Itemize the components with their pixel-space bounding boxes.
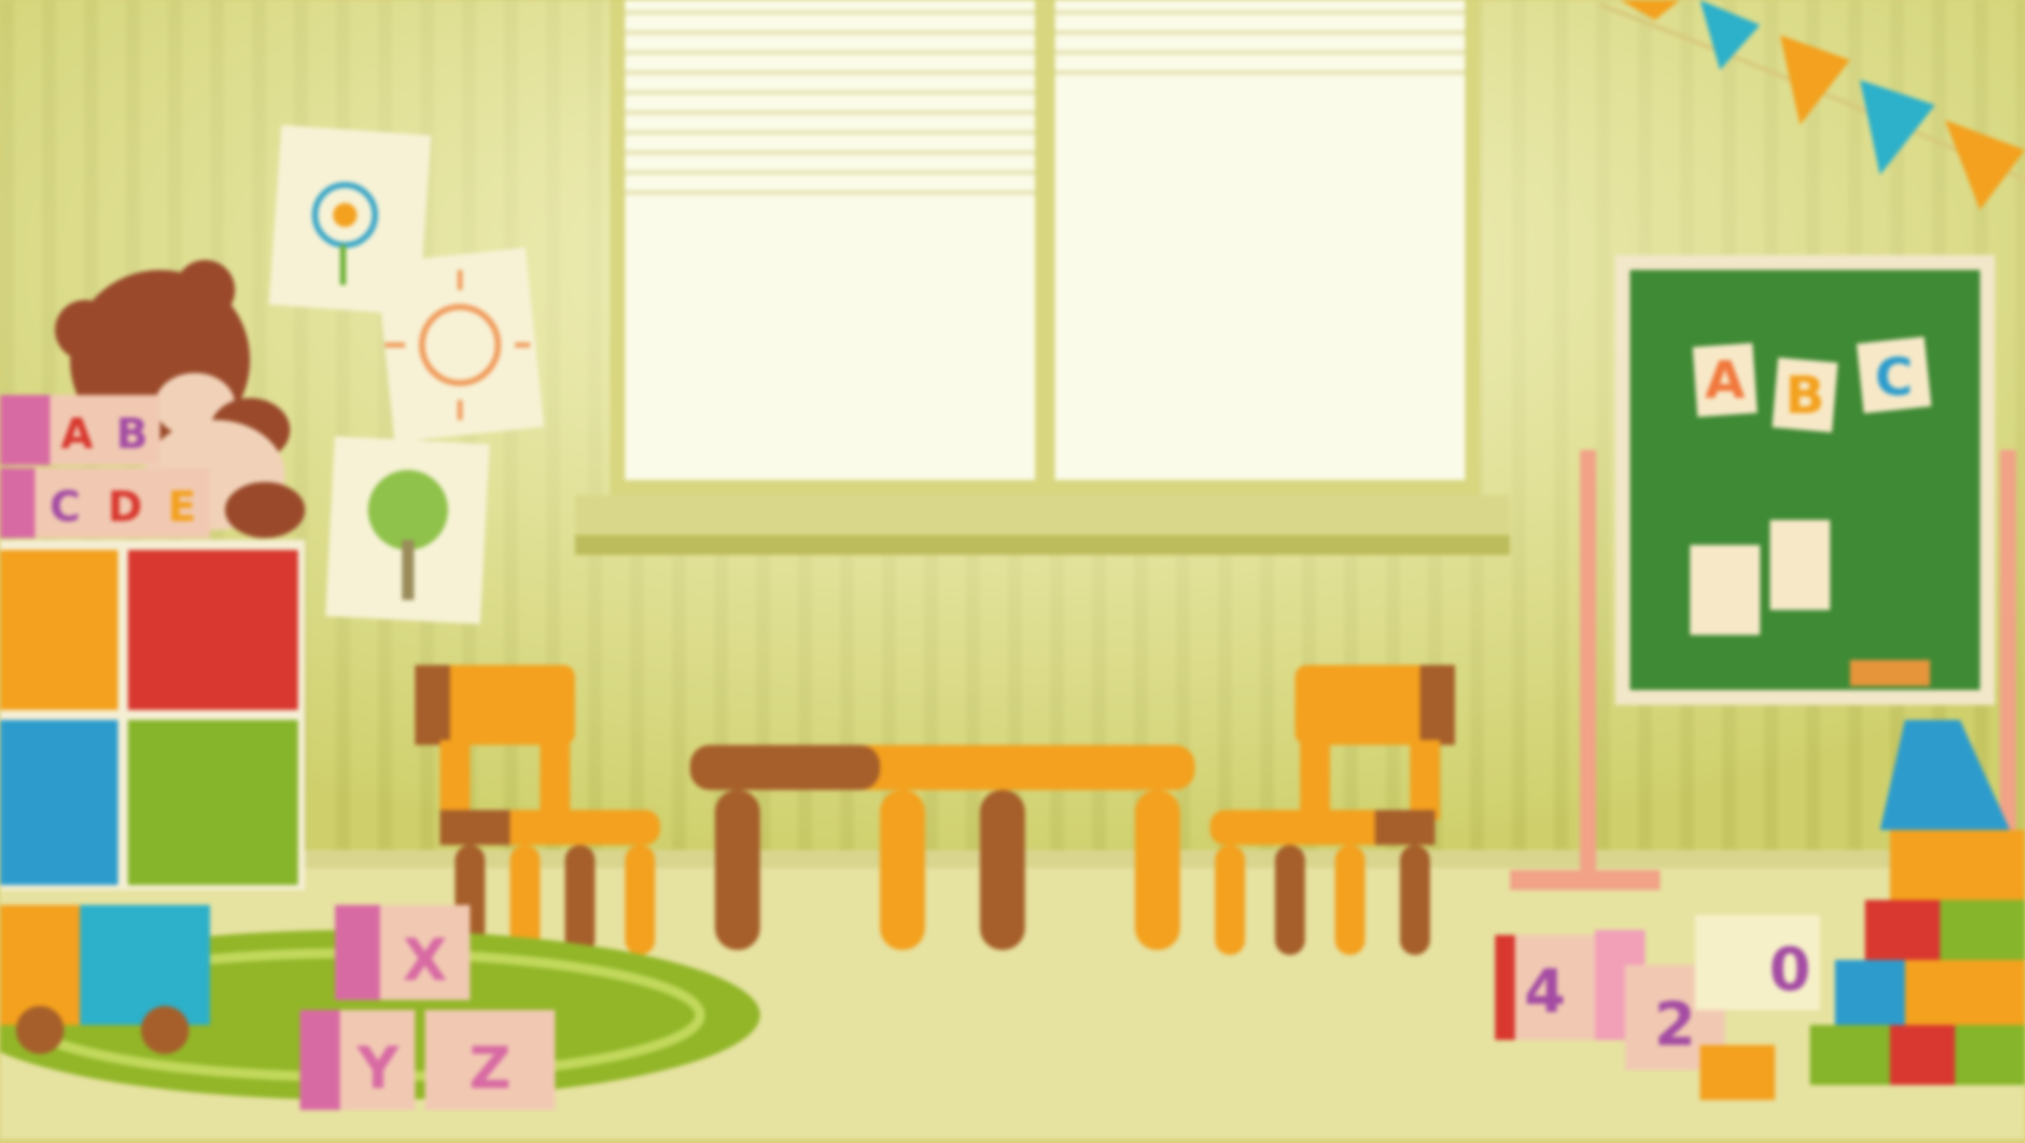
board-letter-c: C xyxy=(1875,348,1913,408)
number-block-0: 0 xyxy=(1769,935,1811,1005)
board-letter-b: B xyxy=(1785,366,1825,426)
cubby-shelf xyxy=(0,540,305,890)
floor-block-y: Y xyxy=(356,1034,400,1102)
shelf-block-d: D xyxy=(108,482,143,531)
shelf-block-e: E xyxy=(168,482,197,531)
drawing-tree xyxy=(325,436,490,625)
number-block-4: 4 xyxy=(1524,957,1566,1027)
floor-block-z: Z xyxy=(469,1034,511,1102)
floor-block-x: X xyxy=(403,926,448,994)
board-letter-a: A xyxy=(1705,351,1745,411)
classroom-illustration: A B C A B C D E X Y Z 4 2 0 xyxy=(0,0,2025,1139)
number-block-2: 2 xyxy=(1654,990,1696,1060)
shelf-block-b: B xyxy=(116,409,148,458)
window xyxy=(575,0,1510,555)
shelf-block-a: A xyxy=(61,409,94,458)
shelf-block-c: C xyxy=(50,482,81,531)
drawing-sun xyxy=(376,247,544,443)
classroom-scene: A B C A B C D E X Y Z 4 2 0 xyxy=(0,0,2025,1139)
